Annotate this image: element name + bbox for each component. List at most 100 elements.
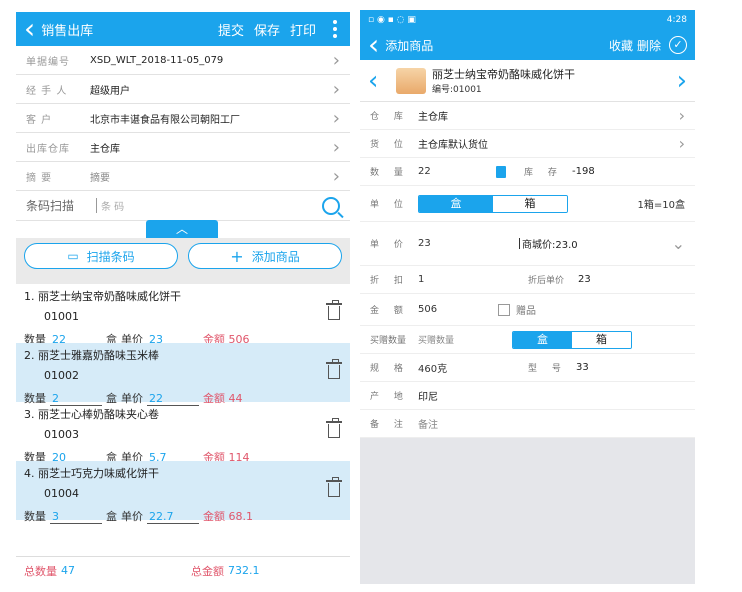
gift-unit-option-box[interactable]: 盒 bbox=[513, 331, 572, 348]
trash-icon[interactable] bbox=[326, 300, 342, 320]
qty-input[interactable]: 3 bbox=[50, 510, 102, 524]
discount-row: 折 扣 1 折后单价 23 bbox=[360, 266, 695, 294]
customer-value: 北京市丰谌食品有限公司朝阳工厂 bbox=[90, 114, 240, 126]
list-item[interactable]: 4. 丽芝士巧克力味威化饼干 01004 数量 3 盒 单价 22.7 金额 6… bbox=[16, 461, 350, 524]
trash-icon[interactable] bbox=[326, 359, 342, 379]
gift-unit-segment: 盒 箱 bbox=[512, 330, 632, 349]
list-item[interactable]: 2. 丽芝士雅嘉奶酪味玉米棒 01002 数量 2 盒 单价 22 金额 44 bbox=[16, 343, 350, 406]
price-input[interactable]: 22.7 bbox=[147, 510, 199, 524]
top-bar: ‹ 添加商品 收藏 删除 ✓ bbox=[360, 30, 695, 60]
list-item[interactable]: 1. 丽芝士纳宝帝奶酪味威化饼干 01001 数量 22 盒 单价 23 金额 … bbox=[16, 284, 350, 347]
add-product-label: 添加商品 bbox=[251, 249, 300, 264]
chevron-right-icon: › bbox=[332, 107, 340, 129]
unit-row: 单 位 盒 箱 1箱=10盒 bbox=[360, 186, 695, 222]
page-title: 添加商品 bbox=[385, 38, 434, 53]
unit-label: 单 位 bbox=[370, 200, 409, 210]
doc-number-row[interactable]: 单据编号 XSD_WLT_2018-11-05_079 › bbox=[16, 46, 350, 75]
product-header: ‹ 丽芝士纳宝帝奶酪味威化饼干 编号:01001 › bbox=[360, 60, 695, 102]
warehouse-label: 仓 库 bbox=[370, 112, 409, 122]
discount-label: 折 扣 bbox=[370, 276, 409, 286]
calculator-icon[interactable] bbox=[496, 165, 506, 178]
chevron-right-icon: › bbox=[678, 106, 685, 125]
item-name: 2. 丽芝士雅嘉奶酪味玉米棒 bbox=[24, 349, 159, 362]
handler-label: 经 手 人 bbox=[26, 85, 68, 97]
scan-barcode-label: 扫描条码 bbox=[86, 249, 135, 264]
trash-icon[interactable] bbox=[326, 477, 342, 497]
confirm-check-icon[interactable]: ✓ bbox=[669, 36, 687, 54]
gift-unit-option-case[interactable]: 箱 bbox=[572, 331, 631, 348]
prev-product-icon[interactable]: ‹ bbox=[368, 66, 390, 96]
warehouse-row[interactable]: 出库仓库 主仓库 › bbox=[16, 133, 350, 162]
chevron-right-icon: › bbox=[678, 134, 685, 153]
price-input[interactable]: 23 bbox=[418, 238, 520, 249]
item-code: 01002 bbox=[44, 369, 79, 382]
barcode-icon: ▭ bbox=[67, 249, 79, 263]
discount-input[interactable]: 1 bbox=[418, 274, 528, 285]
location-row[interactable]: 货 位 主仓库默认货位 › bbox=[360, 130, 695, 158]
price-label: 单 价 bbox=[370, 240, 409, 250]
product-name: 丽芝士纳宝帝奶酪味威化饼干 bbox=[432, 68, 575, 81]
item-code: 01003 bbox=[44, 428, 79, 441]
product-thumbnail bbox=[396, 67, 426, 94]
quantity-input[interactable]: 22 bbox=[418, 166, 492, 177]
totals-footer: 总数量 47 总金额 732.1 bbox=[16, 556, 350, 584]
amount-value: 506 bbox=[418, 304, 438, 315]
qty-label: 数量 bbox=[24, 510, 46, 523]
chevron-right-icon: › bbox=[332, 165, 340, 187]
top-bar: ‹ 销售出库 提交 保存 打印 bbox=[16, 12, 350, 46]
unit-option-case[interactable]: 箱 bbox=[493, 195, 567, 212]
gift-qty-input[interactable]: 买赠数量 bbox=[418, 333, 512, 346]
add-product-screen: ▫ ◉ ▪ ◌ ▣ 4:28 ‹ 添加商品 收藏 删除 ✓ ‹ 丽芝士纳宝帝奶酪… bbox=[360, 10, 695, 584]
note-input[interactable]: 备注 bbox=[418, 416, 685, 431]
unit-option-box[interactable]: 盒 bbox=[419, 195, 493, 212]
handler-value: 超级用户 bbox=[90, 85, 130, 97]
item-name: 3. 丽芝士心棒奶酪味夹心卷 bbox=[24, 408, 159, 421]
next-product-icon[interactable]: › bbox=[665, 66, 687, 96]
list-item[interactable]: 3. 丽芝士心棒奶酪味夹心卷 01003 数量 20 盒 单价 5.7 金额 1… bbox=[16, 402, 350, 465]
note-row: 备 注 备注 bbox=[360, 410, 695, 438]
back-chevron-icon[interactable]: ‹ bbox=[368, 31, 379, 59]
gift-checkbox[interactable] bbox=[498, 303, 510, 316]
unit-segment: 盒 箱 bbox=[418, 194, 568, 213]
more-icon[interactable] bbox=[328, 20, 342, 38]
price-label: 单价 bbox=[121, 510, 143, 523]
unit-label: 盒 bbox=[106, 510, 117, 523]
favorite-button[interactable]: 收藏 bbox=[609, 37, 633, 54]
warehouse-row[interactable]: 仓 库 主仓库 › bbox=[360, 102, 695, 130]
chevron-down-icon[interactable]: ⌄ bbox=[672, 234, 685, 253]
stock-label: 库 存 bbox=[524, 168, 563, 178]
after-discount-value: 23 bbox=[578, 274, 591, 285]
doc-number-label: 单据编号 bbox=[26, 56, 70, 68]
quantity-label: 数 量 bbox=[370, 168, 409, 178]
sales-outbound-screen: ‹ 销售出库 提交 保存 打印 单据编号 XSD_WLT_2018-11-05_… bbox=[16, 12, 350, 584]
status-bar: ▫ ◉ ▪ ◌ ▣ 4:28 bbox=[360, 10, 695, 30]
back-chevron-icon[interactable]: ‹ bbox=[24, 15, 35, 43]
summary-row[interactable]: 摘 要 摘要 › bbox=[16, 162, 350, 191]
warehouse-value: 主仓库 bbox=[418, 112, 448, 123]
save-button[interactable]: 保存 bbox=[254, 20, 280, 39]
product-code: 编号:01001 bbox=[432, 85, 482, 95]
chevron-right-icon: › bbox=[332, 136, 340, 158]
barcode-input[interactable]: 条 码 bbox=[96, 198, 322, 213]
search-icon[interactable] bbox=[322, 196, 340, 215]
origin-input[interactable]: 印尼 bbox=[418, 388, 685, 403]
item-code: 01001 bbox=[44, 310, 79, 323]
customer-row[interactable]: 客 户 北京市丰谌食品有限公司朝阳工厂 › bbox=[16, 104, 350, 133]
location-value: 主仓库默认货位 bbox=[418, 140, 488, 151]
spec-label: 规 格 bbox=[370, 364, 409, 374]
barcode-scan-label: 条码扫描 bbox=[26, 199, 75, 213]
scan-barcode-button[interactable]: ▭ 扫描条码 bbox=[24, 243, 178, 269]
collapse-toggle[interactable]: ︿ bbox=[146, 220, 218, 238]
barcode-scan-row: 条码扫描 条 码 bbox=[16, 191, 350, 221]
add-product-button[interactable]: + 添加商品 bbox=[188, 243, 342, 269]
amount-label: 金 额 bbox=[370, 306, 409, 316]
submit-button[interactable]: 提交 bbox=[218, 20, 244, 39]
trash-icon[interactable] bbox=[326, 418, 342, 438]
summary-label: 摘 要 bbox=[26, 172, 53, 184]
delete-button[interactable]: 删除 bbox=[637, 37, 661, 54]
handler-row[interactable]: 经 手 人 超级用户 › bbox=[16, 75, 350, 104]
print-button[interactable]: 打印 bbox=[290, 20, 316, 39]
item-code: 01004 bbox=[44, 487, 79, 500]
summary-value: 摘要 bbox=[90, 172, 110, 184]
customer-label: 客 户 bbox=[26, 114, 53, 126]
